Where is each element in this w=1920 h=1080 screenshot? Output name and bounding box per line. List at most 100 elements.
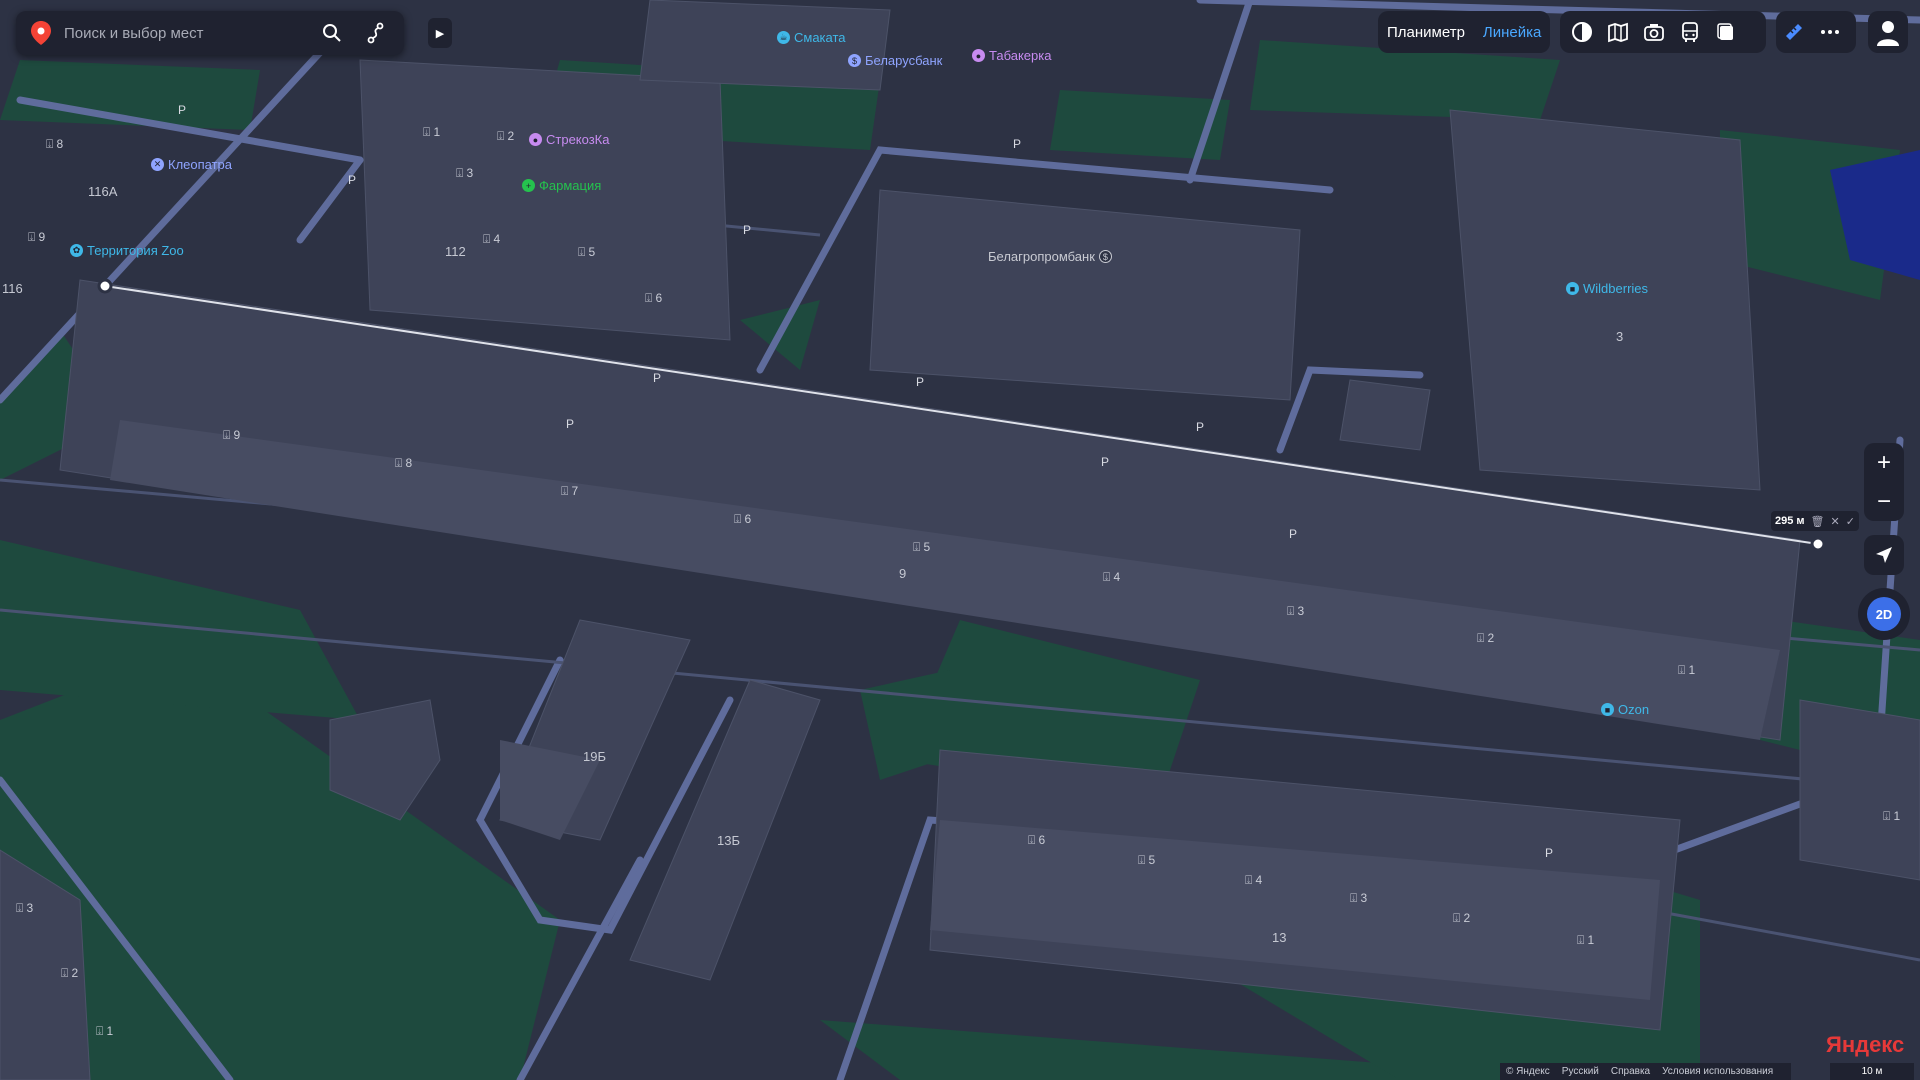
extras-toolbar (1776, 11, 1856, 53)
entrance-marker: ⍗ 1 (96, 1024, 114, 1038)
entrance-marker: ⍗ 1 (1577, 933, 1595, 947)
parking-icon: P (1196, 420, 1205, 434)
entrance-marker: ⍗ 3 (456, 166, 474, 180)
pharmacy-icon: + (522, 179, 535, 192)
entrance-marker: ⍗ 5 (1138, 853, 1156, 867)
route-icon[interactable] (362, 19, 390, 47)
entrance-marker: ⍗ 9 (223, 428, 241, 442)
layers-square-icon[interactable] (1708, 14, 1744, 50)
poi-territoriya-zoo[interactable]: ✿ Территория Zoo (70, 243, 184, 258)
shop-icon: ● (972, 49, 985, 62)
my-location-button[interactable] (1864, 535, 1904, 575)
parking-icon: P (916, 375, 925, 389)
poi-belarusbank[interactable]: $ Беларусбанк (848, 53, 942, 68)
close-measure-icon[interactable]: ✕ (1831, 515, 1840, 528)
beauty-salon-icon: ✕ (151, 158, 164, 171)
ruler-distance-value: 295 м (1775, 515, 1805, 527)
measure-start-point (97, 278, 113, 294)
pickup-point-icon: ■ (1601, 703, 1614, 716)
entrance-marker: ⍗ 5 (578, 245, 596, 259)
ruler-button[interactable]: Линейка (1474, 24, 1550, 41)
entrance-marker: ⍗ 2 (1453, 911, 1471, 925)
entrance-marker: ⍗ 2 (1477, 631, 1495, 645)
house-number: 19Б (583, 749, 606, 764)
copyright-link[interactable]: © Яндекс (1506, 1066, 1550, 1077)
confirm-measure-icon[interactable]: ✓ (1846, 515, 1855, 528)
entrance-marker: ⍗ 1 (1678, 663, 1696, 677)
terms-link[interactable]: Условия использования (1662, 1066, 1773, 1077)
entrance-marker: ⍗ 4 (1245, 873, 1263, 887)
zoom-in-button[interactable]: + (1864, 443, 1904, 482)
traffic-icon[interactable] (1564, 14, 1600, 50)
house-number: 9 (899, 566, 907, 581)
search-input[interactable] (62, 23, 306, 43)
zoom-out-button[interactable]: − (1864, 482, 1904, 521)
view-mode-label: 2D (1867, 597, 1901, 631)
panorama-camera-icon[interactable] (1636, 14, 1672, 50)
search-icon[interactable] (318, 19, 346, 47)
entrance-marker: ⍗ 3 (1350, 891, 1368, 905)
navigation-arrow-icon (1876, 547, 1892, 563)
entrance-marker: ⍗ 7 (561, 484, 579, 498)
expand-panel-button[interactable]: ▶ (428, 18, 452, 48)
measure-end-point (1810, 536, 1826, 552)
poi-ozon[interactable]: ■ Ozon (1601, 702, 1649, 717)
house-number: 116A (88, 184, 118, 199)
entrance-marker: ⍗ 2 (61, 966, 79, 980)
cafe-icon: ☕ (777, 31, 790, 44)
house-number: 112 (445, 244, 466, 259)
entrance-marker: ⍗ 4 (1103, 570, 1121, 584)
house-number: 116 (2, 281, 23, 296)
poi-smakata[interactable]: ☕ Смаката (777, 30, 846, 45)
search-panel (16, 11, 404, 55)
map-layers-icon[interactable] (1600, 14, 1636, 50)
entrance-marker: ⍗ 6 (734, 512, 752, 526)
language-link[interactable]: Русский (1562, 1066, 1599, 1077)
map-scale: 10 м (1830, 1063, 1914, 1080)
poi-belagroprombank[interactable]: $ Белагропромбанк (988, 249, 1112, 264)
parking-icon: P (1013, 137, 1022, 151)
parking-icon: P (566, 417, 575, 431)
poi-strekozka[interactable]: ● СтрекозКа (529, 132, 609, 147)
delete-measure-icon[interactable]: 🗑 (1811, 515, 1825, 528)
map-canvas[interactable] (0, 0, 1920, 1080)
map-footer: © Яндекс Русский Справка Условия использ… (1500, 1063, 1792, 1080)
house-number: 13Б (717, 833, 740, 848)
entrance-marker: ⍗ 6 (645, 291, 663, 305)
bank-icon: $ (848, 54, 861, 67)
entrance-marker: ⍗ 6 (1028, 833, 1046, 847)
yandex-logo[interactable]: Яндекс (1826, 1032, 1904, 1058)
entrance-marker: ⍗ 3 (1287, 604, 1305, 618)
parking-icon: P (1545, 846, 1554, 860)
entrance-marker: ⍗ 3 (16, 901, 34, 915)
poi-wildberries[interactable]: ■ Wildberries (1566, 281, 1648, 296)
pickup-point-icon: ■ (1566, 282, 1579, 295)
poi-kleopatra[interactable]: ✕ Клеопатра (151, 157, 232, 172)
poi-farmaciya[interactable]: + Фармация (522, 178, 601, 193)
entrance-marker: ⍗ 1 (423, 125, 441, 139)
entrance-marker: ⍗ 2 (497, 129, 515, 143)
view-mode-toggle[interactable]: 2D (1858, 588, 1910, 640)
measure-tools: Планиметр Линейка (1378, 11, 1550, 53)
shop-icon: ● (529, 133, 542, 146)
poi-tabakerka[interactable]: ● Табакерка (972, 48, 1051, 63)
entrance-marker: ⍗ 8 (46, 137, 64, 151)
transit-bus-icon[interactable] (1672, 14, 1708, 50)
more-options-icon[interactable] (1812, 14, 1848, 50)
parking-icon: P (1101, 455, 1110, 469)
user-avatar-icon[interactable] (1868, 11, 1908, 53)
ruler-active-icon[interactable] (1776, 14, 1812, 50)
parking-icon: P (1289, 527, 1298, 541)
pet-shop-icon: ✿ (70, 244, 83, 257)
entrance-marker: ⍗ 1 (1883, 809, 1901, 823)
bank-icon: $ (1098, 250, 1112, 263)
help-link[interactable]: Справка (1611, 1066, 1650, 1077)
layers-toolbar (1560, 11, 1766, 53)
entrance-marker: ⍗ 9 (28, 230, 46, 244)
house-number: 13 (1272, 930, 1287, 945)
entrance-marker: ⍗ 5 (913, 540, 931, 554)
zoom-controls: + − (1864, 443, 1904, 521)
house-number: 3 (1616, 329, 1624, 344)
planimeter-button[interactable]: Планиметр (1378, 24, 1474, 41)
ruler-distance-badge: 295 м 🗑 ✕ ✓ (1771, 511, 1859, 531)
